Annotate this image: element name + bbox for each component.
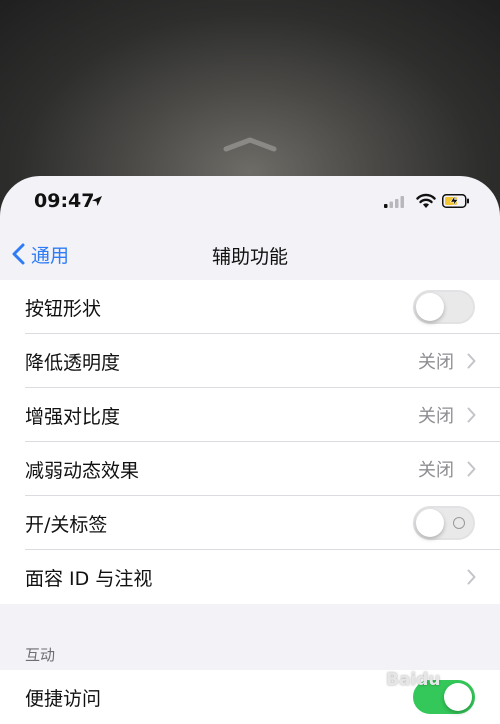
chevron-right-icon	[467, 461, 476, 477]
row-label: 面容 ID 与注视	[25, 567, 153, 590]
settings-list: 按钮形状 降低透明度 关闭 增强对比度 关闭 减弱动态效果 关闭 开/关标签 面…	[0, 280, 500, 604]
chevron-right-icon	[467, 353, 476, 369]
watermark-logo: Baidu	[386, 670, 441, 690]
chevron-right-icon	[467, 569, 476, 585]
row-value: 关闭	[418, 406, 454, 427]
navigation-bar: 通用 辅助功能	[0, 228, 500, 280]
off-label-icon	[453, 517, 465, 529]
row-reduce-transparency[interactable]: 降低透明度 关闭	[0, 334, 500, 388]
row-on-off-labels[interactable]: 开/关标签	[0, 496, 500, 550]
button-shapes-toggle[interactable]	[413, 290, 475, 324]
location-arrow-icon	[92, 196, 102, 206]
status-time: 09:47	[34, 190, 95, 212]
row-reduce-motion[interactable]: 减弱动态效果 关闭	[0, 442, 500, 496]
row-face-id-attention[interactable]: 面容 ID 与注视	[0, 550, 500, 604]
toggle-knob	[416, 293, 444, 321]
status-bar: 09:47	[0, 176, 500, 228]
row-label: 增强对比度	[25, 405, 121, 428]
row-button-shapes[interactable]: 按钮形状	[0, 280, 500, 334]
cellular-signal-icon	[384, 196, 404, 208]
row-label: 降低透明度	[25, 351, 121, 374]
chevron-right-icon	[467, 407, 476, 423]
row-label: 开/关标签	[25, 513, 108, 536]
wifi-icon	[416, 193, 436, 208]
section-header-interaction: 互动	[25, 646, 56, 664]
settings-sheet: 09:47 通用 辅助功能 按钮形状 降低透明度 关闭 增强对比度 关闭 减弱动…	[0, 176, 500, 724]
sheet-grabber-icon[interactable]	[222, 136, 278, 152]
toggle-knob	[416, 509, 444, 537]
row-value: 关闭	[418, 460, 454, 481]
row-label: 减弱动态效果	[25, 459, 140, 482]
row-label: 便捷访问	[25, 687, 102, 710]
on-off-labels-toggle[interactable]	[413, 506, 475, 540]
row-value: 关闭	[418, 352, 454, 373]
battery-charging-icon	[442, 194, 469, 208]
toggle-knob	[444, 683, 472, 711]
page-title: 辅助功能	[211, 246, 288, 268]
row-increase-contrast[interactable]: 增强对比度 关闭	[0, 388, 500, 442]
row-label: 按钮形状	[25, 297, 102, 320]
